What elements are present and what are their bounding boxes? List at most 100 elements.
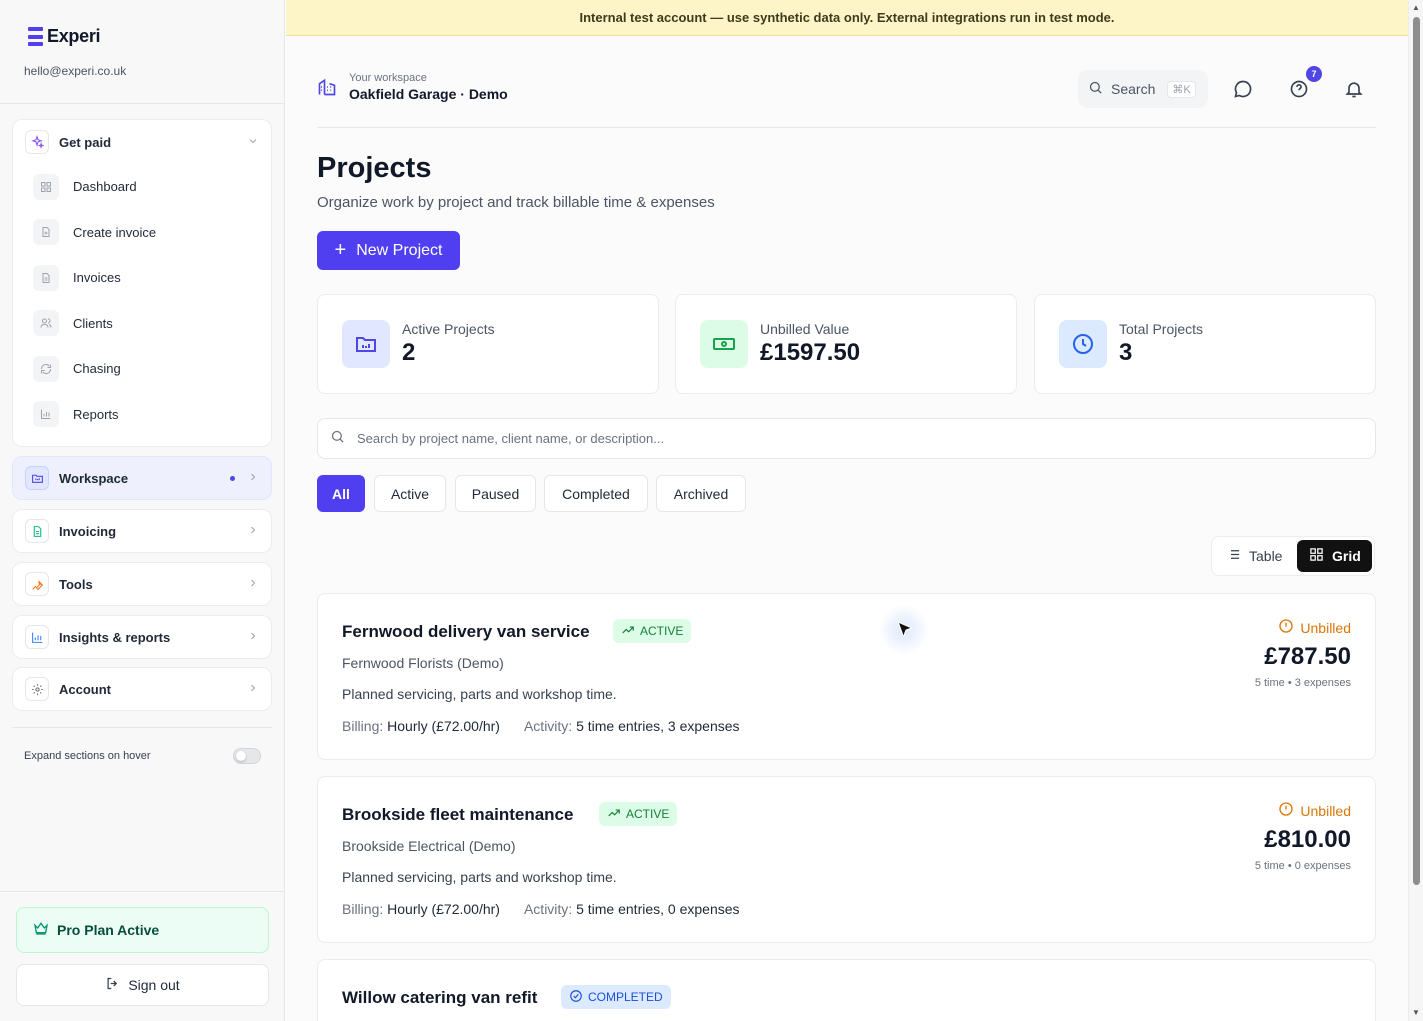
sign-out-button[interactable]: Sign out: [16, 964, 269, 1006]
sidebar-item-clients[interactable]: Clients: [13, 301, 271, 347]
filter-all[interactable]: All: [317, 475, 365, 512]
global-search-button[interactable]: Search ⌘K: [1078, 70, 1208, 108]
status-badge: ACTIVE: [613, 619, 692, 643]
filter-archived[interactable]: Archived: [656, 475, 746, 512]
project-description: Planned servicing, parts and workshop ti…: [342, 869, 617, 885]
sidebar-item-chasing[interactable]: Chasing: [13, 346, 271, 392]
table-view-button[interactable]: Table: [1226, 540, 1282, 572]
stat-label: Unbilled Value: [760, 321, 850, 337]
bell-icon[interactable]: [1342, 77, 1366, 101]
unbilled-summary: Unbilled £810.00 5 time • 0 expenses: [1255, 801, 1351, 872]
activity-label: Activity:: [523, 718, 573, 734]
sidebar-item-label: Reports: [73, 406, 119, 422]
brand-logo[interactable]: Experi: [28, 26, 101, 47]
clock-icon: [1059, 320, 1107, 368]
project-client: Brookside Electrical (Demo): [342, 838, 516, 854]
sidebar-item-label: Tools: [59, 576, 93, 592]
sidebar-item-invoices[interactable]: Invoices: [13, 255, 271, 301]
divider: [12, 727, 272, 728]
project-card[interactable]: Willow catering van refit COMPLETED: [317, 959, 1376, 1021]
sidebar-item-insights[interactable]: Insights & reports: [12, 615, 272, 659]
unbilled-summary: Unbilled £787.50 5 time • 3 expenses: [1255, 618, 1351, 689]
building-icon: [317, 77, 337, 97]
expand-on-hover-toggle[interactable]: [233, 748, 261, 764]
chevron-down-icon: [247, 135, 259, 150]
stat-active-projects: Active Projects 2: [317, 294, 659, 394]
filter-paused[interactable]: Paused: [455, 475, 536, 512]
scroll-up-arrow-icon[interactable]: ▲: [1412, 3, 1420, 12]
project-card[interactable]: Fernwood delivery van service ACTIVE Fer…: [317, 593, 1376, 760]
stat-value: 3: [1119, 339, 1133, 366]
project-search-input[interactable]: [357, 431, 1257, 446]
get-paid-header[interactable]: Get paid: [13, 120, 271, 164]
help-icon[interactable]: [1287, 77, 1311, 101]
search-icon: [330, 429, 345, 449]
scrollbar[interactable]: ▲ ▼: [1408, 0, 1423, 1021]
project-client: Fernwood Florists (Demo): [342, 655, 504, 671]
sidebar-item-label: Create invoice: [73, 224, 157, 240]
chevron-right-icon: [247, 524, 259, 539]
project-meta: Billing: Hourly (£72.00/hr) Activity: 5 …: [342, 901, 740, 917]
brand-name: Experi: [47, 26, 101, 46]
divider: [0, 103, 284, 104]
sidebar-item-tools[interactable]: Tools: [12, 562, 272, 606]
project-description: Planned servicing, parts and workshop ti…: [342, 686, 617, 702]
sidebar-item-workspace[interactable]: Workspace: [12, 456, 272, 500]
stat-value: £1597.50: [760, 339, 861, 366]
grid-icon: [33, 173, 59, 200]
grid-view-label: Grid: [1332, 548, 1361, 564]
stat-value: 2: [402, 339, 416, 366]
status-label: ACTIVE: [640, 624, 684, 638]
sparkles-icon: [25, 130, 49, 154]
plan-status-card[interactable]: Pro Plan Active: [16, 907, 269, 953]
unbilled-breakdown: 5 time • 0 expenses: [1254, 860, 1351, 872]
folder-chart-icon: [342, 320, 390, 368]
filter-completed[interactable]: Completed: [544, 475, 648, 512]
activity-info: Activity: 5 time entries, 3 expenses: [524, 718, 740, 734]
unbilled-label: Unbilled: [1300, 802, 1351, 819]
crown-icon: [33, 920, 49, 941]
status-badge: ACTIVE: [599, 802, 678, 826]
search-label: Search: [1111, 81, 1156, 97]
project-card[interactable]: Brookside fleet maintenance ACTIVE Brook…: [317, 776, 1376, 943]
project-name[interactable]: Fernwood delivery van service: [342, 622, 590, 642]
grid-view-button[interactable]: Grid: [1297, 540, 1372, 572]
sidebar-item-account[interactable]: Account: [12, 667, 272, 711]
status-badge: COMPLETED: [561, 985, 671, 1009]
chevron-right-icon: [247, 630, 259, 645]
project-name[interactable]: Brookside fleet maintenance: [342, 805, 573, 825]
new-project-button[interactable]: + New Project: [317, 231, 460, 270]
project-meta: Billing: Hourly (£72.00/hr) Activity: 5 …: [342, 718, 740, 734]
stat-unbilled-value: Unbilled Value £1597.50: [675, 294, 1017, 394]
receipt-icon: [25, 519, 49, 543]
active-indicator: [230, 475, 235, 481]
unbilled-amount: £810.00: [1264, 826, 1351, 853]
sidebar-item-dashboard[interactable]: Dashboard: [13, 164, 271, 210]
unbilled-breakdown: 5 time • 3 expenses: [1254, 677, 1351, 689]
billing-info: Billing: Hourly (£72.00/hr): [342, 718, 500, 734]
stat-label: Active Projects: [402, 321, 495, 337]
bar-chart-icon: [33, 401, 59, 428]
chat-icon[interactable]: [1231, 77, 1255, 101]
check-circle-icon: [569, 989, 583, 1006]
sidebar-item-invoicing[interactable]: Invoicing: [12, 509, 272, 553]
expand-on-hover-label: Expand sections on hover: [24, 750, 151, 762]
filter-active[interactable]: Active: [374, 475, 446, 512]
workspace-name: Oakfield Garage · Demo: [349, 86, 508, 102]
search-shortcut: ⌘K: [1167, 80, 1196, 98]
users-icon: [33, 310, 59, 337]
get-paid-label: Get paid: [59, 134, 112, 150]
account-email: hello@experi.co.uk: [24, 64, 127, 78]
project-name[interactable]: Willow catering van refit: [342, 988, 537, 1008]
scrollbar-thumb[interactable]: [1413, 17, 1420, 885]
scroll-down-arrow-icon[interactable]: ▼: [1412, 1008, 1420, 1017]
trending-up-icon: [607, 806, 621, 823]
sidebar-item-create-invoice[interactable]: Create invoice: [13, 210, 271, 256]
page-title: Projects: [317, 152, 432, 184]
unbilled-label: Unbilled: [1300, 619, 1351, 636]
workspace-switcher[interactable]: Your workspace Oakfield Garage · Demo: [317, 72, 508, 102]
wrench-icon: [25, 572, 49, 596]
sidebar-item-reports[interactable]: Reports: [13, 392, 271, 438]
trending-up-icon: [621, 623, 635, 640]
alert-circle-icon: [1278, 618, 1294, 637]
